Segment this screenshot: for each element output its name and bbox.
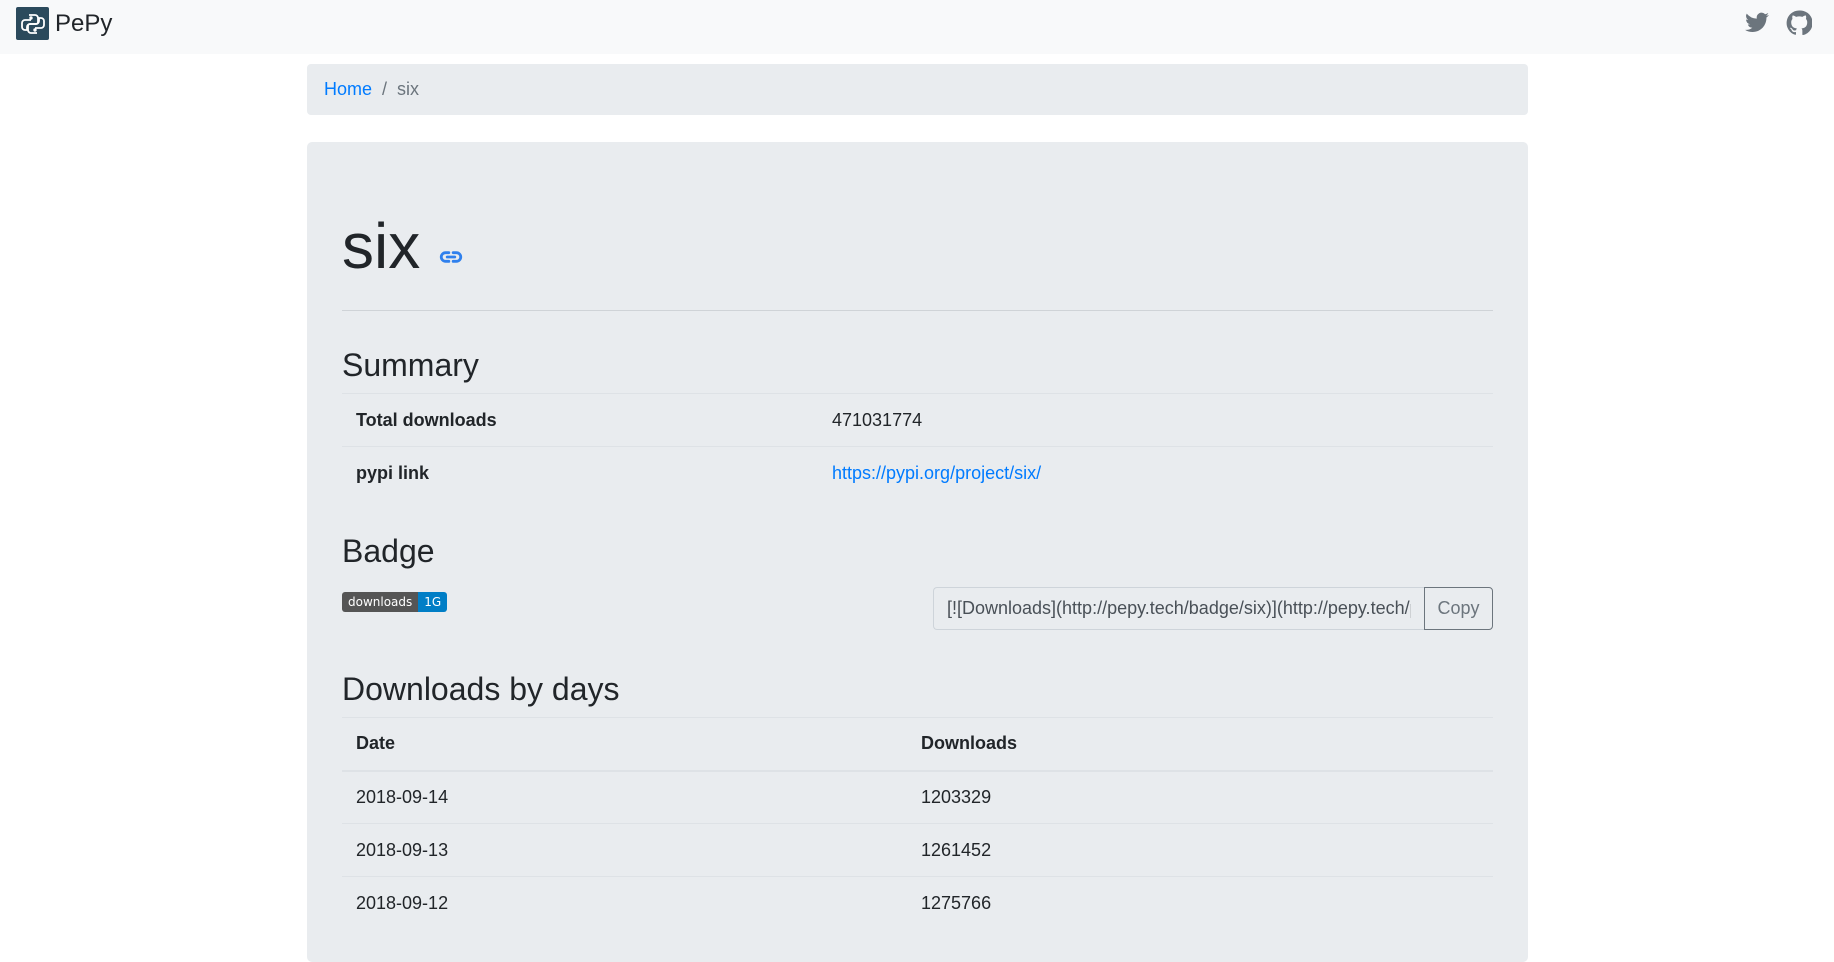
summary-label-pypi-link: pypi link: [342, 446, 818, 500]
row-downloads: 1261452: [907, 823, 1493, 877]
table-row: 2018-09-13 1261452: [342, 823, 1493, 877]
row-downloads: 1203329: [907, 770, 1493, 824]
row-date: 2018-09-13: [342, 823, 907, 877]
downloads-table: Date Downloads 2018-09-14 1203329 2018-0…: [342, 717, 1493, 930]
table-row: Total downloads 471031774: [342, 393, 1493, 447]
navbar: PePy: [0, 0, 1834, 54]
summary-table: Total downloads 471031774 pypi link http…: [342, 393, 1493, 500]
table-header-row: Date Downloads: [342, 717, 1493, 772]
table-row: 2018-09-14 1203329: [342, 770, 1493, 824]
summary-value-pypi-link: https://pypi.org/project/six/: [818, 446, 1493, 500]
link-icon: [440, 251, 463, 263]
title-divider: [342, 310, 1493, 311]
badge-value: 1G: [418, 592, 448, 612]
brand-name: PePy: [55, 10, 113, 37]
breadcrumb: Home / six: [307, 64, 1528, 115]
pypi-link[interactable]: https://pypi.org/project/six/: [832, 463, 1041, 483]
package-panel: six Summary Total downloads 471031774 py…: [307, 142, 1528, 962]
package-title-row: six: [342, 214, 464, 278]
twitter-link[interactable]: [1744, 10, 1770, 36]
badge-heading: Badge: [342, 533, 435, 569]
row-date: 2018-09-12: [342, 876, 907, 930]
table-row: pypi link https://pypi.org/project/six/: [342, 446, 1493, 500]
downloads-by-days-heading: Downloads by days: [342, 671, 620, 707]
summary-label-total-downloads: Total downloads: [342, 393, 818, 447]
badge-copy-group: Copy: [933, 587, 1493, 630]
social-links: [1744, 10, 1812, 36]
table-row: 2018-09-12 1275766: [342, 876, 1493, 930]
summary-value-total-downloads: 471031774: [818, 393, 1493, 447]
row-downloads: 1275766: [907, 876, 1493, 930]
badge-markdown-input[interactable]: [933, 587, 1424, 630]
github-icon: [1786, 10, 1812, 36]
github-link[interactable]: [1786, 10, 1812, 36]
badge-label: downloads: [342, 592, 419, 612]
summary-heading: Summary: [342, 347, 479, 383]
brand-link[interactable]: PePy: [16, 7, 112, 40]
copy-button[interactable]: Copy: [1424, 587, 1493, 630]
breadcrumb-current: six: [397, 79, 420, 99]
row-date: 2018-09-14: [342, 770, 907, 824]
column-header-downloads: Downloads: [907, 717, 1493, 772]
python-logo-icon: [16, 7, 49, 40]
breadcrumb-separator: /: [382, 79, 388, 99]
package-title: six: [342, 210, 421, 282]
breadcrumb-home[interactable]: Home: [324, 79, 372, 100]
column-header-date: Date: [342, 717, 907, 772]
twitter-icon: [1745, 12, 1769, 32]
permalink-link[interactable]: [420, 242, 464, 273]
downloads-badge: downloads 1G: [342, 592, 448, 612]
